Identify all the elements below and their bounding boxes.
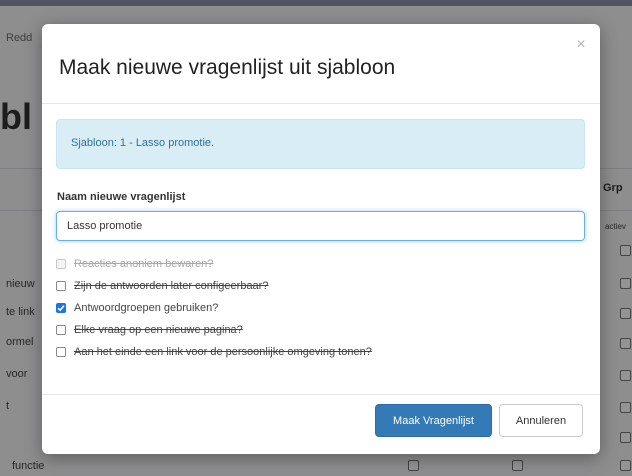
option-label: Antwoordgroepen gebruiken? — [74, 302, 219, 314]
close-icon[interactable]: × — [574, 37, 588, 53]
option-answer-groups[interactable]: Antwoordgroepen gebruiken? — [56, 300, 218, 316]
create-questionnaire-button[interactable]: Maak Vragenlijst — [375, 404, 492, 437]
dialog-footer-divider — [42, 394, 600, 395]
checkmark-icon — [57, 305, 65, 312]
option-configurable[interactable]: Zijn de antwoorden later configeerbaar? — [56, 278, 268, 294]
dialog-title: Maak nieuwe vragenlijst uit sjabloon — [59, 56, 396, 79]
option-label: Zijn de antwoorden later configeerbaar? — [74, 280, 269, 292]
option-new-page[interactable]: Elke vraag op een nieuwe pagina? — [56, 322, 243, 338]
template-info-alert: Sjabloon: 1 - Lasso promotie. — [56, 119, 585, 169]
name-field-label: Naam nieuwe vragenlijst — [57, 191, 186, 203]
checkbox-checked[interactable] — [56, 303, 66, 313]
checkbox[interactable] — [56, 347, 66, 357]
option-anonymous[interactable]: Reacties anoniem bewaren? — [56, 256, 213, 272]
option-personal-link[interactable]: Aan het einde een link voor de persoonli… — [56, 344, 372, 360]
checkbox[interactable] — [56, 281, 66, 291]
cancel-button[interactable]: Annuleren — [499, 404, 583, 437]
template-dialog: Maak nieuwe vragenlijst uit sjabloon × S… — [42, 24, 600, 454]
dialog-header: Maak nieuwe vragenlijst uit sjabloon × — [42, 24, 600, 104]
option-label: Elke vraag op een nieuwe pagina? — [74, 324, 243, 336]
checkbox[interactable] — [56, 259, 66, 269]
option-label: Reacties anoniem bewaren? — [74, 258, 214, 270]
option-label: Aan het einde een link voor de persoonli… — [74, 346, 372, 358]
questionnaire-name-input[interactable] — [56, 211, 585, 241]
checkbox[interactable] — [56, 325, 66, 335]
